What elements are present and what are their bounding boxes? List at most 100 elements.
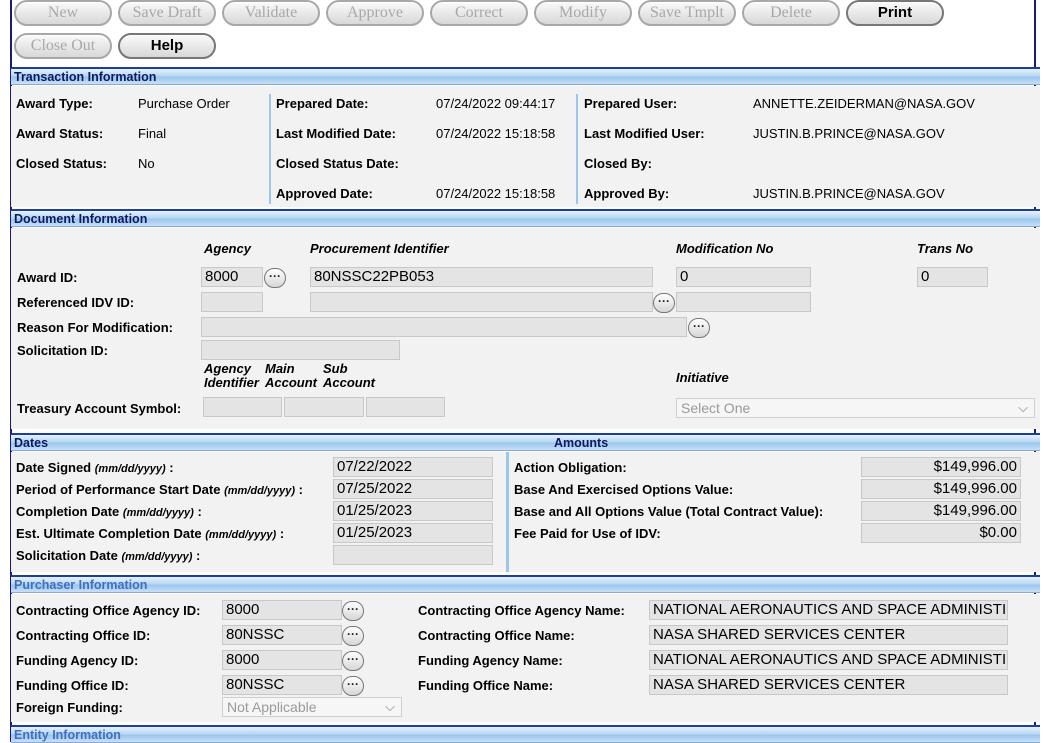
co-agency-id-field[interactable]: 8000: [222, 600, 342, 620]
solicitation-date-field[interactable]: [333, 545, 493, 565]
column-divider: [269, 94, 271, 204]
funding-office-name-field[interactable]: NASA SHARED SERVICES CENTER: [649, 675, 1008, 695]
close-out-button[interactable]: Close Out: [14, 33, 112, 59]
purchaser-information-header: Purchaser Information: [11, 575, 1040, 593]
award-status-label: Award Status:: [16, 126, 104, 141]
document-information-header: Document Information: [11, 209, 1040, 227]
funding-agency-name-label: Funding Agency Name:: [418, 653, 563, 668]
base-all-options-field[interactable]: $149,996.00: [861, 501, 1021, 521]
chevron-down-icon: ⌵: [385, 699, 395, 714]
solicitation-id-label: Solicitation ID:: [17, 343, 108, 358]
new-button[interactable]: New: [14, 0, 112, 26]
tas-main-account-field[interactable]: [284, 397, 364, 417]
co-name-label: Contracting Office Name:: [418, 628, 575, 643]
correct-button[interactable]: Correct: [430, 0, 528, 26]
initiative-select-value: Select One: [681, 400, 751, 416]
treasury-account-symbol-label: Treasury Account Symbol:: [17, 401, 182, 416]
award-agency-field[interactable]: 8000: [201, 267, 263, 287]
column-divider: [506, 452, 509, 572]
reason-for-modification-field[interactable]: [201, 317, 687, 337]
reason-for-modification-label: Reason For Modification:: [17, 320, 173, 335]
solicitation-date-label: Solicitation Date (mm/dd/yyyy) :: [16, 548, 201, 563]
dates-header: Dates: [14, 436, 49, 450]
agency-identifier-column-header: Agency Identifier: [204, 361, 259, 390]
base-exercised-field[interactable]: $149,996.00: [861, 479, 1021, 499]
solicitation-id-field[interactable]: [201, 340, 400, 360]
tas-agency-identifier-field[interactable]: [203, 397, 282, 417]
save-template-button[interactable]: Save Tmplt: [638, 0, 736, 26]
completion-date-field[interactable]: 01/25/2023: [333, 501, 493, 521]
last-modified-date-value: 07/24/2022 15:18:58: [436, 126, 556, 141]
est-ultimate-completion-label: Est. Ultimate Completion Date (mm/dd/yyy…: [16, 526, 285, 541]
funding-agency-id-field[interactable]: 8000: [222, 650, 342, 670]
initiative-column-header: Initiative: [676, 370, 729, 385]
referenced-idv-label: Referenced IDV ID:: [17, 295, 135, 310]
last-modified-date-label: Last Modified Date:: [276, 126, 396, 141]
ref-idv-agency-field[interactable]: [201, 292, 263, 312]
closed-by-label: Closed By:: [584, 156, 652, 171]
save-draft-button[interactable]: Save Draft: [118, 0, 216, 26]
co-id-lookup-icon[interactable]: ···: [342, 626, 364, 646]
prepared-date-label: Prepared Date:: [276, 96, 369, 111]
date-signed-field[interactable]: 07/22/2022: [333, 457, 493, 477]
approve-button[interactable]: Approve: [326, 0, 424, 26]
reason-lookup-icon[interactable]: ···: [688, 318, 710, 338]
validate-button[interactable]: Validate: [222, 0, 320, 26]
fee-paid-field[interactable]: $0.00: [861, 523, 1021, 543]
funding-office-name-label: Funding Office Name:: [418, 678, 554, 693]
amounts-header: Amounts: [554, 436, 609, 450]
completion-date-label: Completion Date (mm/dd/yyyy) :: [16, 504, 202, 519]
foreign-funding-value: Not Applicable: [227, 699, 317, 715]
ref-idv-modification-field[interactable]: [676, 292, 811, 312]
dates-amounts-header: Dates Amounts: [11, 433, 1040, 451]
modification-no-field[interactable]: 0: [676, 267, 811, 287]
sub-account-column-header: Sub Account: [323, 361, 375, 390]
foreign-funding-select[interactable]: Not Applicable ⌵: [222, 697, 402, 717]
approved-date-label: Approved Date:: [276, 186, 373, 201]
award-type-label: Award Type:: [16, 96, 93, 111]
closed-status-date-label: Closed Status Date:: [276, 156, 399, 171]
prepared-user-label: Prepared User:: [584, 96, 678, 111]
trans-no-field[interactable]: 0: [917, 267, 988, 287]
chevron-down-icon: ⌵: [1018, 400, 1028, 415]
funding-agency-name-field[interactable]: NATIONAL AERONAUTICS AND SPACE ADMINISTI: [649, 650, 1008, 670]
ref-idv-procurement-field[interactable]: [310, 292, 653, 312]
ref-idv-lookup-icon[interactable]: ···: [653, 293, 675, 313]
co-agency-name-field[interactable]: NATIONAL AERONAUTICS AND SPACE ADMINISTI: [649, 600, 1008, 620]
co-agency-name-label: Contracting Office Agency Name:: [418, 603, 625, 618]
tas-sub-account-field[interactable]: [366, 397, 445, 417]
last-modified-user-value: JUSTIN.B.PRINCE@NASA.GOV: [753, 126, 945, 141]
action-obligation-label: Action Obligation:: [514, 460, 627, 475]
approved-by-value: JUSTIN.B.PRINCE@NASA.GOV: [753, 186, 945, 201]
co-id-label: Contracting Office ID:: [16, 628, 151, 643]
approved-by-label: Approved By:: [584, 186, 670, 201]
co-agency-id-label: Contracting Office Agency ID:: [16, 603, 201, 618]
pop-start-date-field[interactable]: 07/25/2022: [333, 479, 493, 499]
delete-button[interactable]: Delete: [742, 0, 840, 26]
print-button[interactable]: Print: [846, 0, 944, 26]
co-name-field[interactable]: NASA SHARED SERVICES CENTER: [649, 625, 1008, 645]
funding-office-id-label: Funding Office ID:: [16, 678, 129, 693]
est-ultimate-completion-field[interactable]: 01/25/2023: [333, 523, 493, 543]
funding-office-id-lookup-icon[interactable]: ···: [342, 676, 364, 696]
award-type-value: Purchase Order: [138, 96, 230, 111]
co-agency-id-lookup-icon[interactable]: ···: [342, 601, 364, 621]
action-obligation-field[interactable]: $149,996.00: [861, 457, 1021, 477]
award-id-label: Award ID:: [17, 270, 78, 285]
closed-status-label: Closed Status:: [16, 156, 108, 171]
foreign-funding-label: Foreign Funding:: [16, 700, 123, 715]
procurement-identifier-column-header: Procurement Identifier: [310, 241, 449, 256]
funding-agency-id-lookup-icon[interactable]: ···: [342, 651, 364, 671]
help-button[interactable]: Help: [118, 33, 216, 59]
award-agency-lookup-icon[interactable]: ···: [264, 268, 286, 288]
modify-button[interactable]: Modify: [534, 0, 632, 26]
prepared-date-value: 07/24/2022 09:44:17: [436, 96, 556, 111]
initiative-select[interactable]: Select One ⌵: [676, 398, 1035, 418]
base-exercised-label: Base And Exercised Options Value:: [514, 482, 734, 497]
funding-office-id-field[interactable]: 80NSSC: [222, 675, 342, 695]
award-procurement-field[interactable]: 80NSSC22PB053: [310, 267, 653, 287]
closed-status-value: No: [138, 156, 155, 171]
transaction-information-header: Transaction Information: [11, 67, 1040, 85]
co-id-field[interactable]: 80NSSC: [222, 625, 342, 645]
last-modified-user-label: Last Modified User:: [584, 126, 705, 141]
